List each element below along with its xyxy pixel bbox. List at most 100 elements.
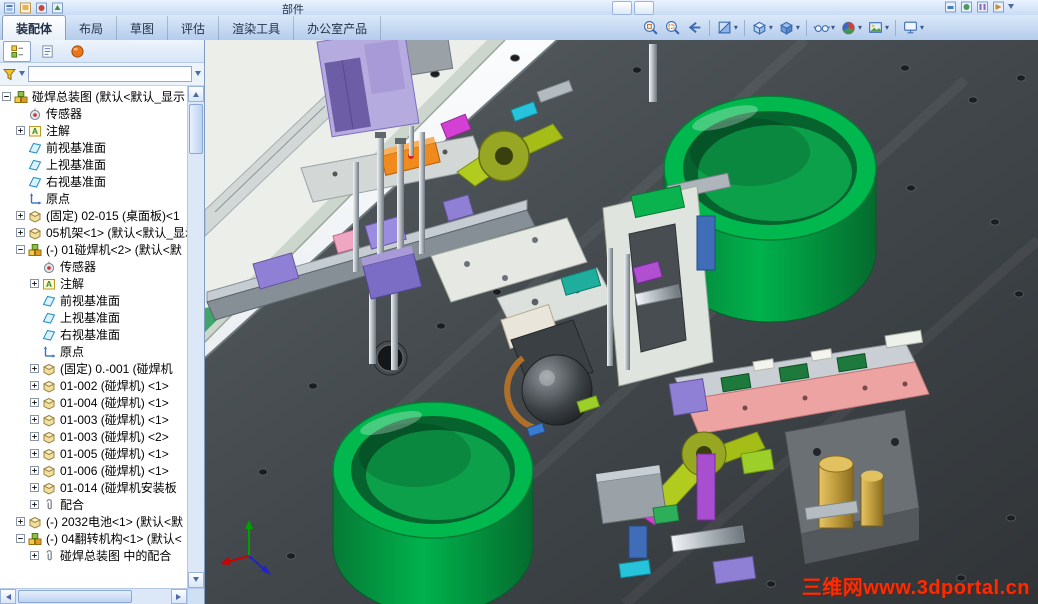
collapse-icon[interactable] bbox=[2, 92, 11, 101]
featuremanager-tab[interactable] bbox=[3, 40, 31, 62]
expand-icon[interactable] bbox=[30, 466, 39, 475]
toolbar-icon[interactable] bbox=[992, 1, 1005, 13]
tree-item[interactable]: 01-004 (碰焊机) <1> bbox=[0, 394, 187, 411]
chevron-down-icon[interactable] bbox=[1008, 4, 1014, 12]
command-tab[interactable]: 办公室产品 bbox=[294, 16, 382, 40]
propertymanager-tab[interactable] bbox=[33, 41, 61, 62]
vibratory-bowl-left[interactable] bbox=[332, 401, 534, 604]
displaymanager-tab[interactable] bbox=[63, 41, 91, 62]
scroll-down-button[interactable] bbox=[188, 572, 204, 588]
tree-item[interactable]: A 注解 bbox=[0, 122, 187, 139]
command-tab[interactable]: 草图 bbox=[117, 16, 169, 40]
scroll-thumb[interactable] bbox=[189, 104, 203, 154]
tree-item[interactable]: 右视基准面 bbox=[0, 326, 187, 343]
toolbar-icon[interactable] bbox=[35, 2, 48, 14]
toolbar-icon[interactable] bbox=[3, 2, 16, 14]
expand-icon[interactable] bbox=[16, 228, 25, 237]
collapse-icon[interactable] bbox=[16, 534, 25, 543]
command-tab[interactable]: 渲染工具 bbox=[219, 16, 295, 40]
tree-item[interactable]: (-) 01碰焊机<2> (默认<默 bbox=[0, 241, 187, 258]
expand-icon[interactable] bbox=[30, 551, 39, 560]
collapse-icon[interactable] bbox=[16, 245, 25, 254]
scroll-right-button[interactable] bbox=[171, 589, 187, 604]
section-view-button[interactable]: ▾ bbox=[714, 18, 740, 37]
chevron-down-icon[interactable]: ▾ bbox=[920, 23, 924, 32]
tree-item[interactable]: 01-003 (碰焊机) <1> bbox=[0, 411, 187, 428]
graphics-area[interactable]: 三维网www.3dportal.cn bbox=[205, 40, 1038, 604]
toolbar-icon[interactable] bbox=[960, 1, 973, 13]
view-settings-button[interactable]: ▾ bbox=[900, 18, 926, 37]
zoom-fit-button[interactable] bbox=[640, 18, 661, 37]
tree-item[interactable]: 碰焊总装图 中的配合 bbox=[0, 547, 187, 564]
chevron-down-icon[interactable]: ▾ bbox=[831, 23, 835, 32]
chevron-down-icon[interactable]: ▾ bbox=[885, 23, 889, 32]
chevron-down-icon[interactable]: ▾ bbox=[769, 23, 773, 32]
tree-item[interactable]: 01-006 (碰焊机) <1> bbox=[0, 462, 187, 479]
tree-item[interactable]: 上视基准面 bbox=[0, 309, 187, 326]
scroll-track[interactable] bbox=[188, 102, 204, 572]
command-tab[interactable]: 布局 bbox=[66, 16, 118, 40]
zoom-area-button[interactable] bbox=[662, 18, 683, 37]
tree-item[interactable]: 碰焊总装图 (默认<默认_显示 bbox=[0, 88, 187, 105]
view-orientation-button[interactable]: ▾ bbox=[749, 18, 775, 37]
expand-icon[interactable] bbox=[16, 126, 25, 135]
expand-icon[interactable] bbox=[30, 415, 39, 424]
expand-icon[interactable] bbox=[30, 381, 39, 390]
command-tab[interactable]: 装配体 bbox=[2, 15, 67, 40]
tree-item[interactable]: A 注解 bbox=[0, 275, 187, 292]
expand-icon[interactable] bbox=[30, 500, 39, 509]
tree-item[interactable]: 前视基准面 bbox=[0, 292, 187, 309]
expand-icon[interactable] bbox=[30, 364, 39, 373]
tree-item[interactable]: (-) 04翻转机构<1> (默认< bbox=[0, 530, 187, 547]
previous-view-button[interactable] bbox=[684, 18, 705, 37]
toolbar-icon[interactable] bbox=[51, 2, 64, 14]
command-tab[interactable]: 评估 bbox=[168, 16, 220, 40]
tree-item[interactable]: 01-002 (碰焊机) <1> bbox=[0, 377, 187, 394]
expand-icon[interactable] bbox=[30, 279, 39, 288]
expand-icon[interactable] bbox=[16, 517, 25, 526]
expand-icon[interactable] bbox=[30, 432, 39, 441]
scroll-left-button[interactable] bbox=[0, 589, 16, 604]
tree-item[interactable]: (固定) 0.-001 (碰焊机 bbox=[0, 360, 187, 377]
tree-item[interactable]: (-) 2032电池<1> (默认<默 bbox=[0, 513, 187, 530]
tree-item[interactable]: 传感器 bbox=[0, 258, 187, 275]
expand-icon[interactable] bbox=[30, 398, 39, 407]
tree-item[interactable]: 传感器 bbox=[0, 105, 187, 122]
edit-appearance-button[interactable]: ▾ bbox=[838, 18, 864, 37]
tree-item[interactable]: 01-003 (碰焊机) <2> bbox=[0, 428, 187, 445]
vertical-scrollbar[interactable] bbox=[187, 86, 204, 588]
display-style-button[interactable]: ▾ bbox=[776, 18, 802, 37]
filter-dropdown-icon[interactable] bbox=[19, 71, 25, 79]
tree-item[interactable]: 原点 bbox=[0, 343, 187, 360]
toolbar-icon[interactable] bbox=[944, 1, 957, 13]
tree-item[interactable]: 01-005 (碰焊机) <1> bbox=[0, 445, 187, 462]
tree-item[interactable]: 右视基准面 bbox=[0, 173, 187, 190]
tree-item[interactable]: 原点 bbox=[0, 190, 187, 207]
apply-scene-button[interactable]: ▾ bbox=[865, 18, 891, 37]
panel-splitter[interactable] bbox=[187, 589, 204, 604]
scroll-thumb[interactable] bbox=[18, 590, 132, 603]
expand-icon[interactable] bbox=[16, 211, 25, 220]
expand-icon[interactable] bbox=[30, 483, 39, 492]
hide-items-button[interactable]: ▾ bbox=[811, 18, 837, 37]
tree-item[interactable]: 05机架<1> (默认<默认_显示 bbox=[0, 224, 187, 241]
tree-item[interactable]: 01-014 (碰焊机安装板 bbox=[0, 479, 187, 496]
filter-input[interactable] bbox=[28, 66, 192, 82]
toolbar-icon[interactable] bbox=[19, 2, 32, 14]
tree-item[interactable]: (固定) 02-015 (桌面板)<1 bbox=[0, 207, 187, 224]
filter-funnel-icon[interactable] bbox=[3, 68, 16, 81]
toolbar-icon[interactable] bbox=[976, 1, 989, 13]
chevron-down-icon[interactable]: ▾ bbox=[858, 23, 862, 32]
tree-item[interactable]: 上视基准面 bbox=[0, 156, 187, 173]
assembly-3d-scene[interactable] bbox=[205, 40, 1038, 604]
tree-item[interactable]: 前视基准面 bbox=[0, 139, 187, 156]
expand-icon[interactable] bbox=[30, 449, 39, 458]
toolbar-button[interactable] bbox=[634, 1, 654, 15]
horizontal-scrollbar[interactable] bbox=[0, 588, 204, 604]
scroll-track[interactable] bbox=[16, 589, 171, 604]
scroll-up-button[interactable] bbox=[188, 86, 204, 102]
chevron-down-icon[interactable]: ▾ bbox=[734, 23, 738, 32]
chevron-down-icon[interactable]: ▾ bbox=[796, 23, 800, 32]
tree-item[interactable]: 配合 bbox=[0, 496, 187, 513]
right-bracket-assembly[interactable] bbox=[784, 409, 920, 564]
